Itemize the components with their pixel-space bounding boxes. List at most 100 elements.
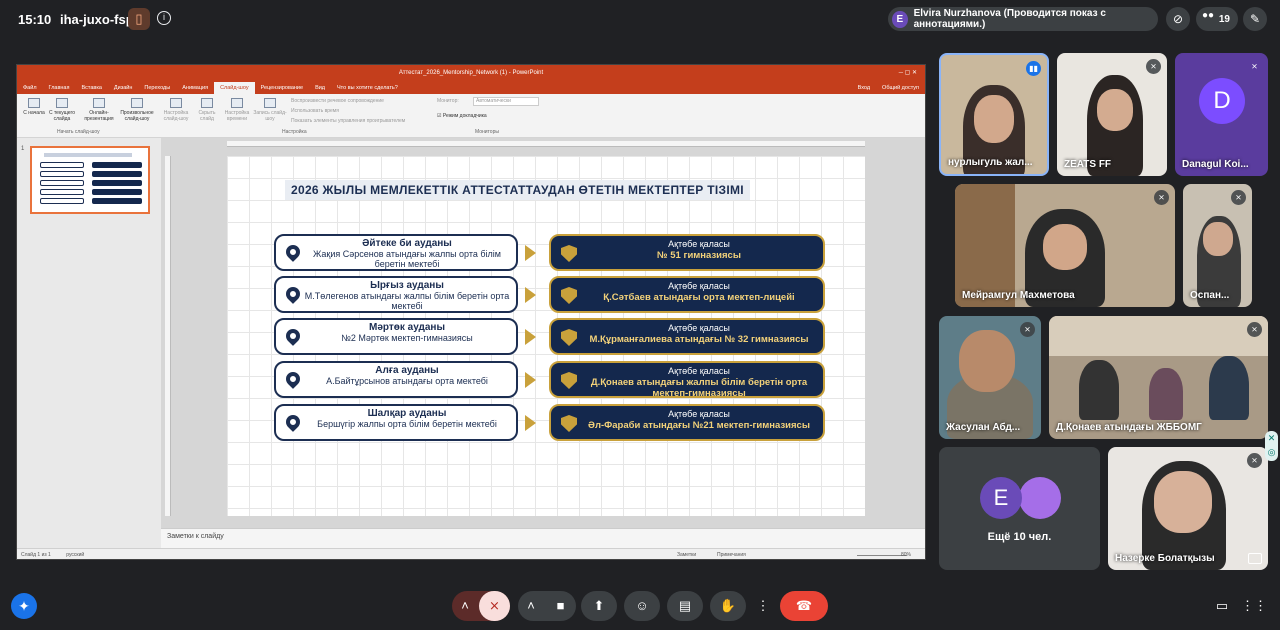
mic-off-icon[interactable]: ⨯ xyxy=(479,591,510,621)
from-beginning-button[interactable]: С начала xyxy=(19,98,49,116)
presenter-chip[interactable]: E Elvira Nurzhanova (Проводится показ с … xyxy=(888,7,1158,31)
rehearse-timings-button[interactable]: Настройка времени xyxy=(221,98,253,122)
participant-face xyxy=(1203,222,1233,256)
district-school: А.Байтұрсынов атындағы орта мектебі xyxy=(326,376,488,386)
mic-muted-icon: ⨯ xyxy=(1146,59,1161,74)
participant-tile-5[interactable]: ⨯ Оспан... xyxy=(1183,184,1252,307)
clock-time: 15:10 xyxy=(18,12,52,27)
from-current-button[interactable]: С текущего слайда xyxy=(47,98,77,122)
zoom-level[interactable]: 80% xyxy=(901,549,911,559)
camera-control-group: ˄ ■ xyxy=(518,591,576,621)
tab-slideshow[interactable]: Слайд-шоу xyxy=(214,82,255,94)
participant-face xyxy=(959,330,1015,392)
captions-icon[interactable]: ▤ xyxy=(667,591,703,621)
tab-file[interactable]: Файл xyxy=(17,85,43,91)
participant-tile-4[interactable]: ⨯ Мейрамгул Махметова xyxy=(955,184,1175,307)
ribbon-group-start: Начать слайд-шоу xyxy=(57,129,100,135)
slide-counter: Слайд 1 из 1 xyxy=(21,552,51,558)
share-button[interactable]: Общий доступ xyxy=(876,85,925,91)
use-timings-checkbox[interactable]: Использовать время xyxy=(291,108,339,114)
gymnasium-name: Әл-Фараби атындағы №21 мектеп-гимназиясы xyxy=(588,420,810,431)
district-name: Ырғыз ауданы xyxy=(370,280,444,291)
tab-review[interactable]: Рецензирование xyxy=(255,85,309,91)
comments-toggle[interactable]: Примечания xyxy=(717,549,746,559)
slide-notes[interactable]: Заметки к слайду xyxy=(161,528,925,548)
zoom-slider[interactable] xyxy=(857,555,907,556)
monitor-label: Монитор: xyxy=(437,98,459,104)
hide-slide-button[interactable]: Скрыть слайд xyxy=(193,98,221,122)
location-pin-icon xyxy=(283,326,303,346)
tab-animations[interactable]: Анимация xyxy=(176,85,214,91)
record-slideshow-button[interactable]: Запись слайд-шоу xyxy=(253,98,287,122)
participant-tile-8[interactable]: ⨯ Назерке Болатқызы xyxy=(1108,447,1268,570)
participant-avatar: D xyxy=(1199,78,1245,124)
monitor-select[interactable]: Автоматически xyxy=(473,97,539,106)
annotation-icon[interactable]: ◎ xyxy=(1265,445,1278,459)
more-options-icon[interactable]: ⋮ xyxy=(751,591,775,621)
present-screen-icon[interactable]: ⬆ xyxy=(581,591,617,621)
online-presentation-button[interactable]: Онлайн-презентация xyxy=(81,98,117,122)
camera-options-chevron-icon[interactable]: ˄ xyxy=(518,591,544,621)
raise-hand-icon[interactable]: ✋ xyxy=(710,591,746,621)
horizontal-ruler xyxy=(227,141,865,147)
participant-tile-6[interactable]: ⨯ Жасулан Абд... xyxy=(939,316,1041,439)
participant-tile-1[interactable]: ▮▮ нурлыгуль жал... xyxy=(939,53,1049,176)
tell-me-search[interactable]: Что вы хотите сделать? xyxy=(331,85,404,91)
gemini-sparkle-icon[interactable]: ✦ xyxy=(11,593,37,619)
chevron-right-icon xyxy=(525,415,536,431)
tab-transitions[interactable]: Переходы xyxy=(138,85,176,91)
district-card: Әйтеке би ауданы Жақия Сәрсенов атындағы … xyxy=(274,234,518,271)
tab-home[interactable]: Главная xyxy=(43,85,76,91)
emoji-reaction-icon[interactable]: ☺ xyxy=(624,591,660,621)
slide-main[interactable]: 2026 ЖЫЛЫ МЕМЛЕКЕТТІК АТТЕСТАТТАУДАН ӨТЕ… xyxy=(227,156,865,516)
play-narrations-checkbox[interactable]: Воспроизвести речевое сопровождение xyxy=(291,98,384,104)
login-link[interactable]: Вход xyxy=(852,85,876,91)
mic-muted-icon: ⨯ xyxy=(1251,62,1258,71)
more-participants-tile[interactable]: E Ещё 10 чел. xyxy=(939,447,1100,570)
tab-insert[interactable]: Вставка xyxy=(75,85,107,91)
custom-slideshow-button[interactable]: Произвольное слайд-шоу xyxy=(117,98,157,122)
setup-slideshow-button[interactable]: Настройка слайд-шоу xyxy=(159,98,193,122)
mic-control-group: ˄ ⨯ xyxy=(452,591,510,621)
hangup-icon: ☎ xyxy=(795,598,813,613)
info-icon[interactable]: i xyxy=(157,11,171,25)
district-card: Мәртөк ауданы №2 Мәртөк мектеп-гимназиясы xyxy=(274,318,518,355)
annotate-pen-icon[interactable]: ✎ xyxy=(1243,7,1267,31)
participant-tile-7[interactable]: ⨯ Д.Қонаев атындағы ЖББОМГ xyxy=(1049,316,1268,439)
tab-view[interactable]: Вид xyxy=(309,85,331,91)
annotation-side-toolbar[interactable]: ✕ ◎ xyxy=(1265,431,1278,461)
ppt-ribbon-tabs: Файл Главная Вставка Дизайн Переходы Ани… xyxy=(17,82,925,94)
notes-toggle[interactable]: Заметки xyxy=(677,549,696,559)
language-indicator[interactable]: русский xyxy=(66,552,84,558)
gymnasium-name: Қ.Сәтбаев атындағы орта мектеп-лицейі xyxy=(603,292,795,303)
presenter-view-checkbox[interactable]: ☑ Режим докладчика xyxy=(437,113,487,119)
chat-icon[interactable]: ▭ xyxy=(1208,591,1236,621)
picture-in-picture-icon[interactable] xyxy=(1248,553,1262,564)
leave-call-button[interactable]: ☎ xyxy=(780,591,828,621)
shared-screen-powerpoint: Аттестат_2026_Mentorship_Network (1) - P… xyxy=(16,64,926,560)
participant-tile-2[interactable]: ⨯ ZEATS FF xyxy=(1057,53,1167,176)
online-icon xyxy=(93,98,105,108)
participant-face xyxy=(1154,471,1212,533)
mic-muted-icon: ⨯ xyxy=(1154,190,1169,205)
district-school: №2 Мәртөк мектеп-гимназиясы xyxy=(341,333,473,343)
chevron-right-icon xyxy=(525,372,536,388)
show-media-controls-checkbox[interactable]: Показать элементы управления проигрывате… xyxy=(291,118,405,124)
close-icon[interactable]: ✕ xyxy=(1265,431,1278,445)
ppt-window-controls[interactable]: ─ ▢ ✕ xyxy=(899,65,917,82)
people-count-button[interactable]: ●● 19 xyxy=(1196,7,1238,31)
ribbon-group-setup: Настройка xyxy=(282,129,307,135)
participant-face xyxy=(1043,224,1087,270)
hide-slide-icon xyxy=(201,98,213,108)
participant-tile-3[interactable]: D ⨯ Danagul Koi... xyxy=(1175,53,1268,176)
activities-grid-icon[interactable]: ⋮⋮ xyxy=(1240,591,1268,621)
presenting-icon[interactable]: ▯ xyxy=(128,8,150,30)
slide-thumbnail-1[interactable] xyxy=(30,146,150,214)
district-card: Ырғыз ауданы М.Төлегенов атындағы жалпы б… xyxy=(274,276,518,313)
speaking-indicator-icon: ▮▮ xyxy=(1026,61,1041,76)
tab-design[interactable]: Дизайн xyxy=(108,85,139,91)
location-pin-icon xyxy=(283,242,303,262)
stop-presenting-icon[interactable]: ⊘ xyxy=(1166,7,1190,31)
mic-options-chevron-icon[interactable]: ˄ xyxy=(452,591,478,621)
camera-icon[interactable]: ■ xyxy=(545,591,576,621)
